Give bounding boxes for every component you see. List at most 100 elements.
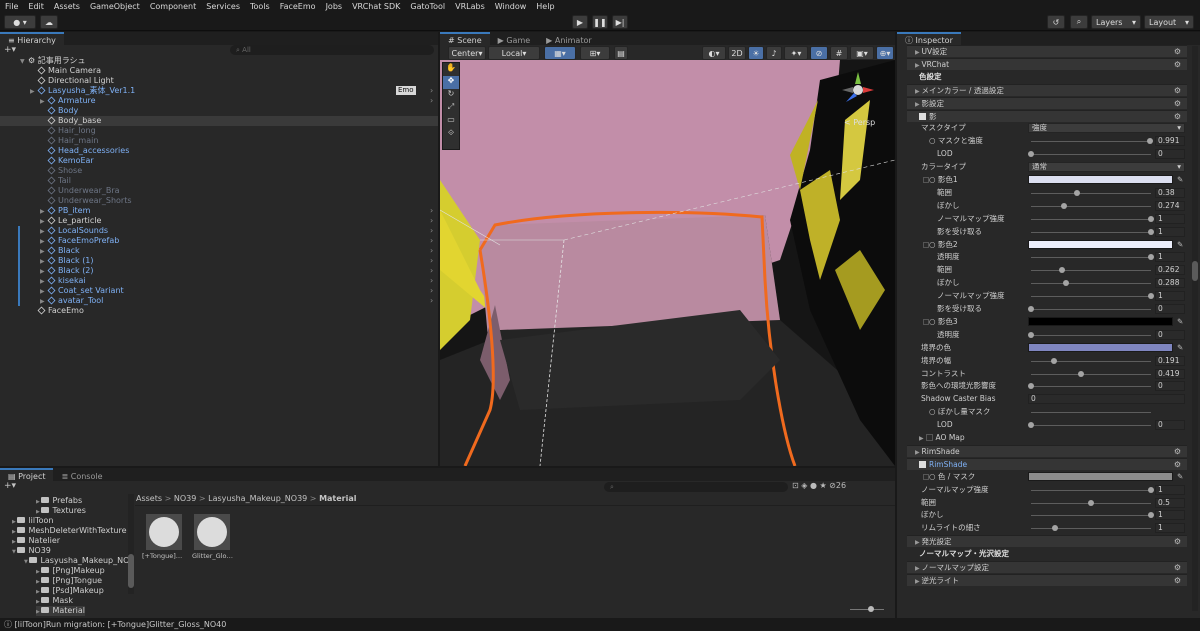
inspector-row[interactable]: Shadow Caster Bias 0 — [907, 393, 1187, 405]
slider-knob[interactable] — [1052, 525, 1058, 532]
transform-tool-icon[interactable]: ⟐ — [443, 128, 459, 141]
value-field[interactable]: 0 — [1155, 381, 1185, 392]
hierarchy-row[interactable]: Underwear_Bra — [0, 186, 438, 196]
inspector-row[interactable]: 影を受け取る 0 — [907, 303, 1187, 315]
camera-icon[interactable]: ▣▾ — [850, 46, 874, 60]
hand-tool-icon[interactable]: ✋ — [443, 63, 459, 76]
inspector-row[interactable]: 影色への環境光影響度 0 — [907, 380, 1187, 392]
checkbox[interactable] — [923, 241, 929, 248]
menu-item[interactable]: File — [0, 2, 23, 11]
slider-track[interactable] — [1031, 373, 1151, 375]
step-button[interactable]: ▶| — [612, 15, 628, 29]
value-field[interactable]: 0.991 — [1155, 136, 1185, 147]
eyedropper-icon[interactable]: ✎ — [1177, 471, 1183, 483]
color-swatch[interactable] — [1028, 239, 1173, 249]
value-field[interactable]: 0.5 — [1155, 497, 1185, 508]
color-swatch[interactable] — [1028, 316, 1173, 326]
value-field[interactable]: 1 — [1155, 213, 1185, 224]
material-thumbnail[interactable] — [146, 514, 182, 550]
settings-gear-icon[interactable]: ⚙ — [1174, 85, 1181, 97]
inspector-row[interactable]: ○ マスクと強度 0.991 — [907, 135, 1187, 147]
value-field[interactable]: 1 — [1155, 252, 1185, 263]
project-folder[interactable]: ▶ lilToon — [12, 516, 54, 526]
tab-hierarchy[interactable]: ≡ Hierarchy — [0, 32, 64, 45]
inspector-row[interactable]: マスクタイプ 強度 ▾ — [907, 122, 1187, 134]
slider-knob[interactable] — [1050, 357, 1057, 364]
space-dropdown[interactable]: Local ▾ — [488, 46, 540, 60]
foldout-header[interactable]: ▶ 影設定 ⚙ — [907, 96, 1187, 109]
inspector-row[interactable]: カラータイプ 通常 ▾ — [907, 161, 1187, 173]
menu-item[interactable]: FaceEmo — [275, 2, 321, 11]
row-chevron-icon[interactable]: › — [430, 206, 433, 216]
foldout-header[interactable]: ▶ 発光設定 ⚙ — [907, 535, 1187, 548]
value-field[interactable]: 0 — [1155, 149, 1185, 160]
hierarchy-row[interactable]: Underwear_Shorts — [0, 196, 438, 206]
breadcrumb-item[interactable]: NO39 — [174, 494, 196, 503]
hierarchy-row[interactable]: ▶ Lasyusha_素体_Ver1.1 Emo › — [0, 86, 438, 96]
inspector-row[interactable]: 範囲 0.38 — [907, 187, 1187, 199]
tab-animator[interactable]: ▶ Animator — [538, 32, 600, 45]
hierarchy-row[interactable]: Main Camera — [0, 66, 438, 76]
tab-console[interactable]: ≣ Console — [53, 468, 111, 481]
slider-knob[interactable] — [1148, 254, 1154, 261]
hierarchy-row[interactable]: KemoEar — [0, 156, 438, 166]
slider-track[interactable] — [1031, 257, 1151, 259]
hierarchy-row[interactable]: Body — [0, 106, 438, 116]
inspector-row[interactable]: ぼかし 1 — [907, 509, 1187, 521]
row-chevron-icon[interactable]: › — [430, 246, 433, 256]
rotate-tool-icon[interactable]: ↻ — [443, 89, 459, 102]
color-swatch[interactable] — [1028, 471, 1173, 481]
breadcrumb-item[interactable]: Assets — [136, 494, 162, 503]
hierarchy-row[interactable]: ▶ Black (2) › — [0, 266, 438, 276]
effects-icon[interactable]: ✦▾ — [784, 46, 808, 60]
row-chevron-icon[interactable]: › — [430, 226, 433, 236]
grid-snap-icon[interactable]: ▦▾ — [544, 46, 576, 60]
play-button[interactable]: ▶ — [572, 15, 588, 29]
inspector-row[interactable]: ○ 影色2 ✎ — [907, 239, 1187, 251]
2d-toggle[interactable]: 2D — [728, 46, 746, 60]
hierarchy-row[interactable]: FaceEmo — [0, 306, 438, 316]
grid-visibility-icon[interactable]: # — [830, 46, 848, 60]
inspector-row[interactable]: ○ 影色3 ✎ — [907, 316, 1187, 328]
settings-gear-icon[interactable]: ⚙ — [1174, 575, 1181, 587]
settings-gear-icon[interactable]: ⚙ — [1174, 111, 1181, 123]
hierarchy-row[interactable]: ▶ kisekai › — [0, 276, 438, 286]
cloud-icon[interactable]: ☁ — [40, 15, 58, 29]
gizmos-icon[interactable]: ⊕▾ — [876, 46, 894, 60]
slider-track[interactable] — [1031, 334, 1151, 336]
scene-viewport[interactable]: ✋ ✥ ↻ ⤢ ▭ ⟐ < Persp — [440, 60, 895, 466]
project-folder[interactable]: ▶ Prefabs — [36, 496, 82, 506]
value-field[interactable]: 0.288 — [1155, 278, 1185, 289]
slider-track[interactable] — [1031, 309, 1151, 310]
inspector-row[interactable]: ノーマルマップ強度 1 — [907, 213, 1187, 225]
slider-track[interactable] — [1031, 192, 1151, 194]
slider-knob[interactable] — [1148, 512, 1154, 519]
slider-knob[interactable] — [1073, 189, 1080, 196]
grid-icon[interactable]: ▤ — [614, 46, 628, 60]
settings-gear-icon[interactable]: ⚙ — [1174, 562, 1181, 574]
inspector-row[interactable]: 境界の色 ✎ — [907, 342, 1187, 354]
hierarchy-row[interactable]: ▶ avatar_Tool › — [0, 296, 438, 306]
menu-item[interactable]: VRChat SDK — [347, 2, 405, 11]
menu-item[interactable]: Assets — [49, 2, 85, 11]
tab-inspector[interactable]: ⓘ Inspector — [897, 32, 961, 45]
foldout-header[interactable]: ▶ 逆光ライト ⚙ — [907, 573, 1187, 587]
slider-knob[interactable] — [1028, 331, 1034, 338]
inspector-row[interactable]: 影 ⚙ — [907, 109, 1187, 123]
rect-tool-icon[interactable]: ▭ — [443, 115, 459, 128]
hierarchy-row[interactable]: ▶ Coat_set Variant › — [0, 286, 438, 296]
row-chevron-icon[interactable]: › — [430, 296, 433, 306]
value-field[interactable]: 0 — [1155, 420, 1185, 431]
eyedropper-icon[interactable]: ✎ — [1177, 342, 1183, 354]
project-folder[interactable]: ▶ MeshDeleterWithTexture — [12, 526, 127, 536]
perspective-label[interactable]: < Persp — [844, 118, 875, 127]
row-chevron-icon[interactable]: › — [430, 96, 433, 106]
scale-tool-icon[interactable]: ⤢ — [443, 102, 459, 115]
eyedropper-icon[interactable]: ✎ — [1177, 239, 1183, 251]
slider-knob[interactable] — [1028, 306, 1034, 312]
value-field[interactable]: 0.262 — [1155, 265, 1185, 276]
foldout-header[interactable]: ▶ VRChat ⚙ — [907, 57, 1187, 70]
hierarchy-row[interactable]: Hair_long — [0, 126, 438, 136]
menu-item[interactable]: GameObject — [85, 2, 145, 11]
project-folder[interactable]: ▶ Material — [36, 606, 85, 616]
